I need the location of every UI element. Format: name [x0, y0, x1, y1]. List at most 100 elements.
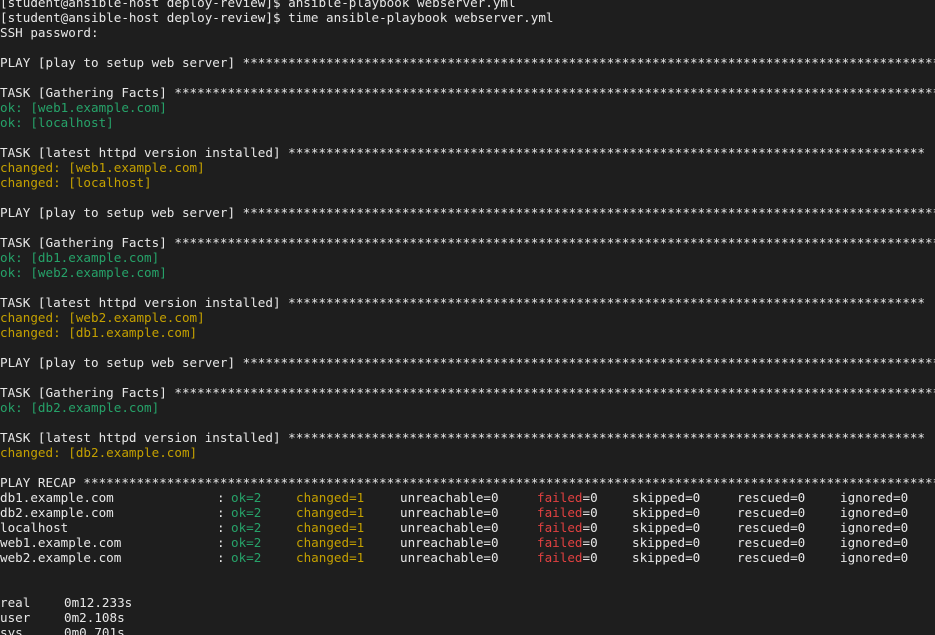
recap-ok: ok=2 [231, 520, 262, 535]
timing-label: user [0, 610, 31, 625]
recap-row: web2.example.com: ok=2 changed=1 unreachabl… [0, 550, 935, 565]
output-line: PLAY [play to setup web server] ********… [0, 355, 935, 370]
recap-changed: changed=1 [296, 490, 365, 505]
recap-failed-label: failed [537, 505, 583, 520]
output-line: TASK [Gathering Facts] *****************… [0, 235, 935, 250]
recap-ignored: ignored=0 [840, 520, 909, 535]
output-line: [student@ansible-host deploy-review]$ ti… [0, 10, 554, 25]
recap-rescued: rescued=0 [737, 505, 806, 520]
recap-rescued: rescued=0 [737, 550, 806, 565]
terminal-output: [student@ansible-host deploy-review]$ an… [0, 0, 935, 635]
recap-failed: failed=0 [537, 505, 598, 520]
recap-unreachable: unreachable=0 [400, 505, 499, 520]
recap-host: web2.example.com [0, 550, 122, 565]
recap-row: web1.example.com: ok=2 changed=1 unreachabl… [0, 535, 935, 550]
recap-ok: ok=2 [231, 535, 262, 550]
output-line: TASK [Gathering Facts] *****************… [0, 385, 935, 400]
output-line: PLAY RECAP *****************************… [0, 475, 935, 490]
recap-colon: : [217, 550, 225, 565]
recap-skipped: skipped=0 [632, 535, 701, 550]
timing-label: real [0, 595, 31, 610]
recap-ignored: ignored=0 [840, 505, 909, 520]
output-line: ok: [web1.example.com] [0, 100, 167, 115]
recap-changed: changed=1 [296, 535, 365, 550]
recap-rescued: rescued=0 [737, 490, 806, 505]
recap-failed-value: =0 [582, 520, 598, 535]
output-line: changed: [localhost] [0, 175, 152, 190]
output-line: changed: [web2.example.com] [0, 310, 205, 325]
timing-value: 0m2.108s [64, 610, 125, 625]
recap-unreachable: unreachable=0 [400, 490, 499, 505]
recap-failed-value: =0 [582, 535, 598, 550]
recap-row: db2.example.com: ok=2 changed=1 unreachable… [0, 505, 935, 520]
recap-rescued: rescued=0 [737, 520, 806, 535]
recap-ok: ok=2 [231, 490, 262, 505]
timing-value: 0m0.701s [64, 625, 125, 635]
recap-skipped: skipped=0 [632, 505, 701, 520]
timing-value: 0m12.233s [64, 595, 133, 610]
recap-colon: : [217, 535, 225, 550]
recap-failed: failed=0 [537, 520, 598, 535]
recap-host: web1.example.com [0, 535, 122, 550]
output-line: changed: [db2.example.com] [0, 445, 198, 460]
recap-ignored: ignored=0 [840, 490, 909, 505]
recap-unreachable: unreachable=0 [400, 535, 499, 550]
timing-row: sys 0m0.701s [0, 625, 935, 635]
recap-failed-label: failed [537, 535, 583, 550]
recap-changed: changed=1 [296, 505, 365, 520]
recap-failed: failed=0 [537, 535, 598, 550]
output-line: changed: [db1.example.com] [0, 325, 198, 340]
recap-failed-label: failed [537, 490, 583, 505]
output-line: TASK [Gathering Facts] *****************… [0, 85, 935, 100]
recap-host: db1.example.com [0, 490, 114, 505]
recap-row: localhost: ok=2 changed=1 unreachable=0 fail… [0, 520, 935, 535]
output-line: ok: [localhost] [0, 115, 114, 130]
output-line: PLAY [play to setup web server] ********… [0, 55, 935, 70]
output-line: SSH password: [0, 25, 99, 40]
output-line: changed: [web1.example.com] [0, 160, 205, 175]
recap-ignored: ignored=0 [840, 535, 909, 550]
recap-failed-value: =0 [582, 490, 598, 505]
output-line: ok: [web2.example.com] [0, 265, 167, 280]
recap-failed-label: failed [537, 550, 583, 565]
timing-label: sys [0, 625, 23, 635]
recap-unreachable: unreachable=0 [400, 550, 499, 565]
recap-skipped: skipped=0 [632, 490, 701, 505]
recap-colon: : [217, 520, 225, 535]
recap-ok: ok=2 [231, 550, 262, 565]
recap-colon: : [217, 490, 225, 505]
recap-rescued: rescued=0 [737, 535, 806, 550]
recap-host: db2.example.com [0, 505, 114, 520]
recap-failed: failed=0 [537, 490, 598, 505]
recap-skipped: skipped=0 [632, 550, 701, 565]
recap-colon: : [217, 505, 225, 520]
recap-ok: ok=2 [231, 505, 262, 520]
output-line: TASK [latest httpd version installed] **… [0, 145, 926, 160]
recap-failed-label: failed [537, 520, 583, 535]
output-line: TASK [latest httpd version installed] **… [0, 430, 926, 445]
output-line: ok: [db1.example.com] [0, 250, 160, 265]
recap-changed: changed=1 [296, 550, 365, 565]
output-line: [student@ansible-host deploy-review]$ an… [0, 0, 516, 10]
timing-row: real 0m12.233s [0, 595, 935, 610]
output-line: TASK [latest httpd version installed] **… [0, 295, 926, 310]
output-line: PLAY [play to setup web server] ********… [0, 205, 935, 220]
output-line: ok: [db2.example.com] [0, 400, 160, 415]
terminal-window[interactable]: [student@ansible-host deploy-review]$ an… [0, 0, 935, 635]
recap-changed: changed=1 [296, 520, 365, 535]
recap-unreachable: unreachable=0 [400, 520, 499, 535]
timing-row: user 0m2.108s [0, 610, 935, 625]
recap-failed: failed=0 [537, 550, 598, 565]
